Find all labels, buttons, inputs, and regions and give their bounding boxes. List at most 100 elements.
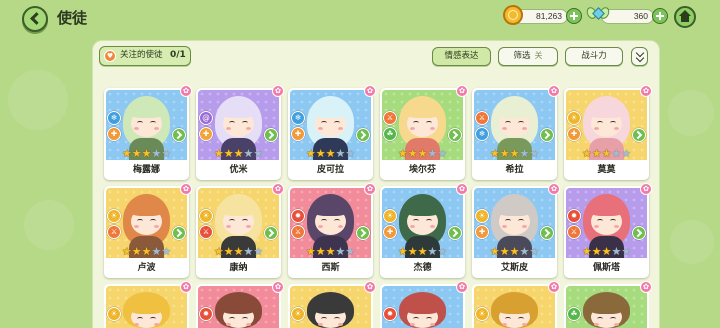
character-name: 莫莫 xyxy=(597,165,616,175)
star-empty-icon: ★ xyxy=(161,245,172,258)
character-bangs xyxy=(220,101,257,118)
character-blush xyxy=(226,323,231,326)
character-card[interactable]: ✿ ❄ ✚ ★★★★★ 皮可拉 xyxy=(288,85,376,180)
back-button[interactable] xyxy=(22,6,48,32)
cross-icon: ✚ xyxy=(107,127,121,141)
character-card[interactable]: ✿ ☀ xyxy=(288,281,376,328)
background-cloud xyxy=(670,220,714,264)
character-eye xyxy=(321,317,327,321)
character-card[interactable]: ✿ ✹ xyxy=(380,281,468,328)
combat-power-sort-button[interactable]: 战斗力 xyxy=(565,47,623,66)
character-portrait xyxy=(106,286,187,328)
character-card[interactable]: ✿ ⚔ ☘ ★★★★★ 埃尔芬 xyxy=(380,85,468,180)
star-empty-icon: ★ xyxy=(243,245,254,258)
sword-icon: ⚔ xyxy=(107,225,121,239)
character-card[interactable]: ✿ ❄ ✚ ★★★★★ 梅露娜 xyxy=(104,85,192,180)
character-card[interactable]: ✿ ☀ ⚔ ★★★★★ 卢波 xyxy=(104,183,192,278)
chevron-right-icon xyxy=(356,226,370,240)
flower-badge-icon: ✿ xyxy=(456,85,468,97)
star-empty-icon: ★ xyxy=(519,147,530,160)
chevron-right-icon xyxy=(172,226,186,240)
sword-icon: ⚔ xyxy=(291,225,305,239)
star-filled-icon: ★ xyxy=(601,245,612,258)
star-filled-icon: ★ xyxy=(417,245,428,258)
chevron-right-icon xyxy=(356,128,370,142)
filter-state: 关 xyxy=(534,51,543,60)
home-button[interactable] xyxy=(674,6,696,28)
sort-order-button[interactable] xyxy=(631,47,648,66)
character-blush xyxy=(430,127,435,130)
flame-icon: ✹ xyxy=(291,209,305,223)
chevron-right-icon xyxy=(448,226,462,240)
star-empty-icon: ★ xyxy=(611,147,622,160)
character-eye xyxy=(413,219,419,223)
star-filled-icon: ★ xyxy=(581,245,592,258)
flower-badge-icon: ✿ xyxy=(180,85,192,97)
character-eye xyxy=(505,219,511,223)
character-eye xyxy=(505,121,511,125)
flower-badge-icon: ✿ xyxy=(640,281,652,293)
favorite-apostles-button[interactable]: 关注的使徒 0/1 xyxy=(99,46,191,66)
character-card[interactable]: ✿ @ ✚ ★★★★★ 优米 xyxy=(196,85,284,180)
sun-icon: ☀ xyxy=(107,307,121,321)
character-blush xyxy=(154,127,159,130)
filter-button[interactable]: 筛选关 xyxy=(498,47,558,66)
star-empty-icon: ★ xyxy=(253,245,264,258)
character-bangs xyxy=(496,101,533,118)
character-card[interactable]: ✿ ☘ xyxy=(564,281,652,328)
character-card[interactable]: ✿ ☀ ✚ ★★★★★ 杰德 xyxy=(380,183,468,278)
background-cloud xyxy=(668,90,714,136)
character-blush xyxy=(246,127,251,130)
character-blush xyxy=(318,225,323,228)
character-eye xyxy=(150,219,156,223)
sun-icon: ☀ xyxy=(475,209,489,223)
home-icon-body xyxy=(681,16,689,22)
character-card[interactable]: ✿ ☀ ✚ ★★★★★ 艾斯皮 xyxy=(472,183,560,278)
character-bangs xyxy=(496,297,533,314)
character-eye xyxy=(610,121,616,125)
sword-icon: ⚔ xyxy=(199,225,213,239)
star-filled-icon: ★ xyxy=(581,147,592,160)
add-gems-button[interactable] xyxy=(652,8,668,24)
character-portrait xyxy=(198,286,279,328)
character-card[interactable]: ✿ ✹ ⚔ ★★★★★ 佩斯塔 xyxy=(564,183,652,278)
character-card[interactable]: ✿ ☀ ✚ ★★★★★ 莫莫 xyxy=(564,85,652,180)
character-bangs xyxy=(128,297,165,314)
star-filled-icon: ★ xyxy=(131,147,142,160)
character-name: 佩斯塔 xyxy=(592,263,620,273)
cross-icon: ✚ xyxy=(199,127,213,141)
chevron-right-icon xyxy=(632,226,646,240)
flower-badge-icon: ✿ xyxy=(548,281,560,293)
character-eye xyxy=(610,317,616,321)
character-card[interactable]: ✿ ☀ xyxy=(472,281,560,328)
star-filled-icon: ★ xyxy=(141,245,152,258)
character-eye xyxy=(242,121,248,125)
character-eye xyxy=(229,317,235,321)
heart-icon xyxy=(104,49,116,62)
character-bangs xyxy=(404,199,441,216)
star-filled-icon: ★ xyxy=(397,245,408,258)
character-eye xyxy=(597,317,603,321)
character-eye xyxy=(610,219,616,223)
character-card[interactable]: ✿ ☀ ⚔ ★★★★★ 康纳 xyxy=(196,183,284,278)
cross-icon: ✚ xyxy=(291,127,305,141)
character-card[interactable]: ✿ ⚔ ❄ ★★★★★ 希拉 xyxy=(472,85,560,180)
character-bangs xyxy=(220,297,257,314)
star-rating: ★★★★★ xyxy=(288,148,373,160)
character-blush xyxy=(338,225,343,228)
chevron-right-icon xyxy=(540,226,554,240)
emotion-button[interactable]: 情感表达 xyxy=(432,47,491,66)
add-coins-button[interactable] xyxy=(566,8,582,24)
star-rating: ★★★★★ xyxy=(104,246,189,258)
character-blush xyxy=(410,225,415,228)
star-filled-icon: ★ xyxy=(499,245,510,258)
character-card[interactable]: ✿ ☀ xyxy=(104,281,192,328)
snowflake-icon: ❄ xyxy=(291,111,305,125)
character-eye xyxy=(321,121,327,125)
character-bangs xyxy=(312,101,349,118)
character-bangs xyxy=(128,199,165,216)
star-filled-icon: ★ xyxy=(315,147,326,160)
character-card[interactable]: ✿ ✹ xyxy=(196,281,284,328)
character-card[interactable]: ✿ ✹ ⚔ ★★★★★ 西斯 xyxy=(288,183,376,278)
snowflake-icon: ❄ xyxy=(107,111,121,125)
